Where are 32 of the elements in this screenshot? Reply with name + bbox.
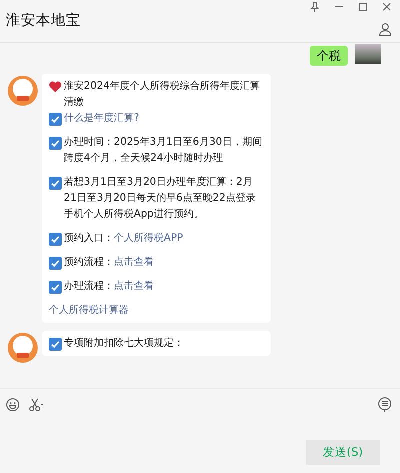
checkbox-icon bbox=[49, 281, 62, 294]
close-icon[interactable] bbox=[382, 2, 392, 12]
scissors-icon[interactable] bbox=[29, 398, 44, 412]
checkbox-icon bbox=[49, 233, 62, 246]
message-text: 办理流程： bbox=[64, 281, 114, 292]
message-link[interactable]: 什么是年度汇算? bbox=[64, 113, 140, 124]
avatar-icon bbox=[8, 333, 38, 363]
message-text: 若想3月1日至3月20日办理年度汇算：2月21日至3月20日每天的早6点至晚22点登录手机个人所得税App进行预约。 bbox=[64, 177, 256, 220]
maximize-icon[interactable] bbox=[358, 2, 368, 12]
message-bubble: 个税 bbox=[310, 46, 348, 66]
message-link[interactable]: 点击查看 bbox=[114, 257, 154, 268]
pin-icon[interactable] bbox=[310, 2, 320, 13]
heart-icon bbox=[49, 81, 62, 93]
window-title: 淮安本地宝 bbox=[6, 12, 81, 30]
message-text: 专项附加扣除七大项规定： bbox=[64, 338, 184, 349]
message-text: 预约流程： bbox=[64, 257, 114, 268]
checkbox-icon bbox=[49, 137, 62, 150]
message-text: 办理时间：2025年3月1日至6月30日，期间跨度4个月，全天候24小时随时办理 bbox=[64, 137, 262, 164]
message-text: 预约入口： bbox=[64, 233, 114, 244]
message-link[interactable]: 个人所得税APP bbox=[114, 233, 184, 244]
person-icon[interactable] bbox=[379, 23, 392, 36]
checkbox-icon bbox=[49, 177, 62, 190]
message-text: 淮安2024年度个人所得税综合所得年度汇算清缴 bbox=[64, 81, 260, 108]
photo-placeholder bbox=[355, 44, 381, 64]
chat-history-icon[interactable] bbox=[378, 397, 392, 413]
avatar-icon bbox=[8, 76, 38, 106]
message-link[interactable]: 个人所得税计算器 bbox=[49, 305, 129, 316]
checkbox-icon bbox=[49, 113, 62, 126]
message-link[interactable]: 点击查看 bbox=[114, 281, 154, 292]
checkbox-icon bbox=[49, 338, 62, 351]
emoji-icon[interactable] bbox=[6, 398, 20, 412]
checkbox-icon bbox=[49, 257, 62, 270]
